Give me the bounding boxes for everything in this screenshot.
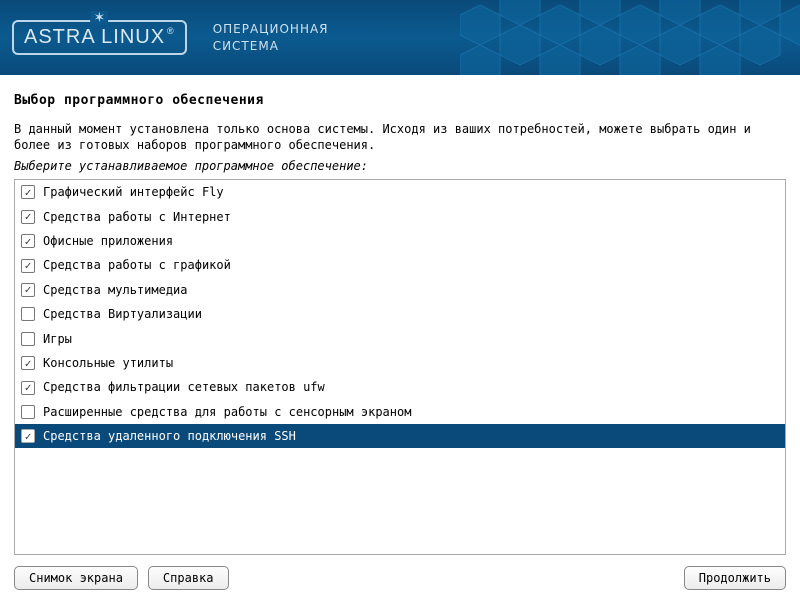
checkbox[interactable] <box>21 283 35 297</box>
checkbox[interactable] <box>21 259 35 273</box>
page-title: Выбор программного обеспечения <box>14 93 786 108</box>
software-row[interactable]: Офисные приложения <box>15 229 785 253</box>
screenshot-button[interactable]: Снимок экрана <box>14 566 138 590</box>
checkbox[interactable] <box>21 210 35 224</box>
logo-star-icon: ✶ <box>90 11 108 25</box>
software-row[interactable]: Консольные утилиты <box>15 351 785 375</box>
software-row[interactable]: Расширенные средства для работы с сенсор… <box>15 400 785 424</box>
software-label: Средства работы с Интернет <box>43 207 231 227</box>
software-label: Средства мультимедиа <box>43 280 188 300</box>
logo-text: ASTRA LINUX® <box>24 26 175 48</box>
software-row[interactable]: Средства Виртуализации <box>15 302 785 326</box>
checkbox[interactable] <box>21 405 35 419</box>
software-row[interactable]: Средства мультимедиа <box>15 278 785 302</box>
intro-text: В данный момент установлена только основ… <box>14 122 786 153</box>
software-label: Средства работы с графикой <box>43 255 231 275</box>
software-label: Средства фильтрации сетевых пакетов ufw <box>43 377 325 397</box>
software-list[interactable]: Графический интерфейс Fly Средства работы… <box>14 179 786 555</box>
checkbox[interactable] <box>21 381 35 395</box>
hex-background <box>460 0 800 75</box>
checkbox[interactable] <box>21 185 35 199</box>
logo: ✶ ASTRA LINUX® <box>12 20 187 55</box>
continue-button[interactable]: Продолжить <box>684 566 786 590</box>
software-row[interactable]: Средства работы с графикой <box>15 253 785 277</box>
software-label: Консольные утилиты <box>43 353 173 373</box>
main-panel: Выбор программного обеспечения В данный … <box>0 75 800 555</box>
software-row[interactable]: Игры <box>15 327 785 351</box>
installer-header: ✶ ASTRA LINUX® ОПЕРАЦИОННАЯ СИСТЕМА <box>0 0 800 75</box>
software-label: Игры <box>43 329 72 349</box>
software-row[interactable]: Графический интерфейс Fly <box>15 180 785 204</box>
checkbox[interactable] <box>21 307 35 321</box>
help-button[interactable]: Справка <box>148 566 229 590</box>
prompt-text: Выберите устанавливаемое программное обе… <box>14 159 786 173</box>
checkbox[interactable] <box>21 429 35 443</box>
software-label: Средства удаленного подключения SSH <box>43 426 296 446</box>
software-label: Графический интерфейс Fly <box>43 182 224 202</box>
software-label: Расширенные средства для работы с сенсор… <box>43 402 411 422</box>
software-label: Офисные приложения <box>43 231 173 251</box>
footer-bar: Снимок экрана Справка Продолжить <box>0 555 800 600</box>
software-row[interactable]: Средства работы с Интернет <box>15 205 785 229</box>
brand-subtitle: ОПЕРАЦИОННАЯ СИСТЕМА <box>213 21 329 55</box>
checkbox[interactable] <box>21 356 35 370</box>
software-row[interactable]: Средства фильтрации сетевых пакетов ufw <box>15 375 785 399</box>
checkbox[interactable] <box>21 234 35 248</box>
checkbox[interactable] <box>21 332 35 346</box>
software-row[interactable]: Средства удаленного подключения SSH <box>15 424 785 448</box>
software-label: Средства Виртуализации <box>43 304 202 324</box>
